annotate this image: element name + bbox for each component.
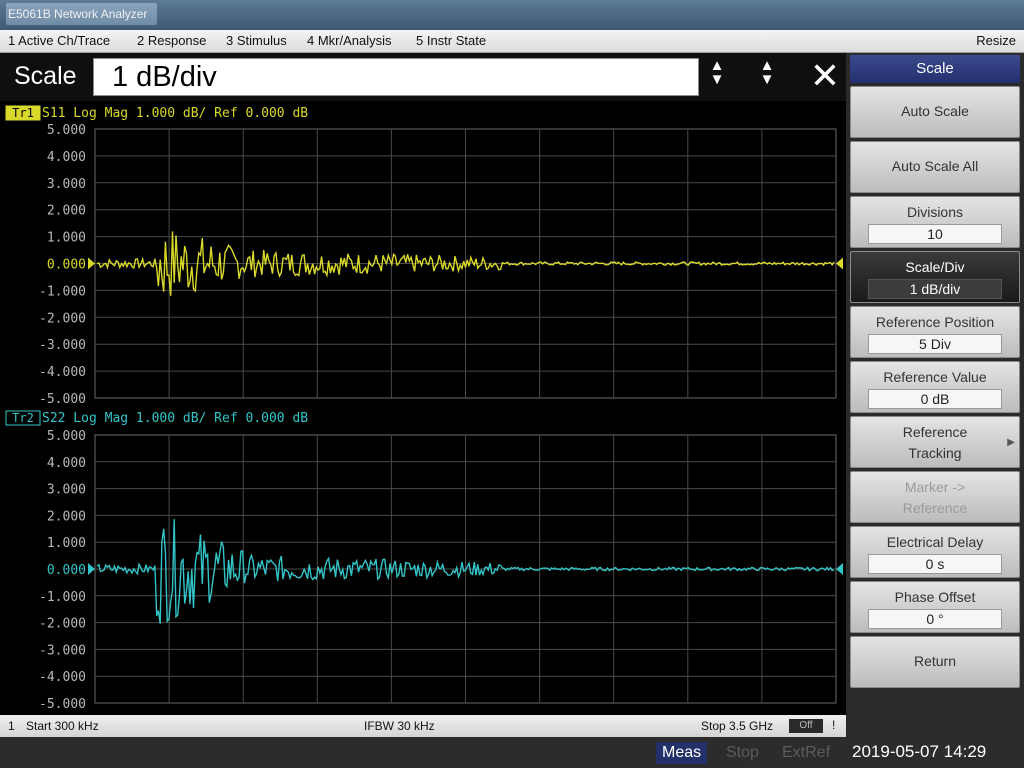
y-tick-label: 2.000: [47, 204, 86, 219]
start-frequency: Start 300 kHz: [26, 719, 99, 733]
softkey-panel: Scale Auto Scale Auto Scale All Division…: [846, 53, 1024, 737]
spin-down-icon: ▼: [709, 71, 725, 88]
return-button[interactable]: Return: [850, 636, 1020, 688]
marker-to-reference-label-1: Marker ->: [904, 479, 966, 495]
y-tick-label: 3.000: [47, 483, 86, 498]
y-tick-label: -5.000: [39, 697, 86, 712]
softkey-header: Scale: [850, 55, 1020, 83]
divisions-label: Divisions: [906, 204, 963, 220]
y-tick-label: -5.000: [39, 392, 86, 407]
resize-button[interactable]: Resize: [976, 33, 1016, 48]
channel-number: 1: [8, 719, 15, 733]
scale-div-label: Scale/Div: [905, 259, 965, 275]
return-label: Return: [913, 653, 957, 669]
y-tick-label: -4.000: [39, 670, 86, 685]
instrument-status-bar: Meas Stop ExtRef 2019-05-07 14:29: [0, 737, 1024, 768]
menu-stimulus[interactable]: 3 Stimulus: [226, 33, 287, 48]
y-tick-label: 4.000: [47, 150, 86, 165]
electrical-delay-value: 0 s: [868, 554, 1002, 574]
auto-scale-button[interactable]: Auto Scale: [850, 86, 1020, 138]
status-end-mark: !: [832, 718, 836, 732]
y-tick-label: -1.000: [39, 284, 86, 299]
reference-position-value: 5 Div: [868, 334, 1002, 354]
app-title: E5061B Network Analyzer: [6, 3, 158, 25]
ifbw-value: IFBW 30 kHz: [364, 719, 435, 733]
trace-2-marker: Tr2: [12, 411, 34, 425]
reference-value-button[interactable]: Reference Value 0 dB: [850, 361, 1020, 413]
menu-response[interactable]: 2 Response: [137, 33, 206, 48]
y-tick-label: 0.000: [47, 563, 86, 578]
title-bar: E5061B Network Analyzer: [0, 0, 1024, 30]
menu-instr-state[interactable]: 5 Instr State: [416, 33, 486, 48]
y-tick-label: 2.000: [47, 509, 86, 524]
menu-active-ch-trace[interactable]: 1 Active Ch/Trace: [8, 33, 110, 48]
scale-div-button[interactable]: Scale/Div 1 dB/div: [850, 251, 1020, 303]
y-tick-label: -3.000: [39, 338, 86, 353]
reference-position-button[interactable]: Reference Position 5 Div: [850, 306, 1020, 358]
reference-right-arrow-icon: [836, 257, 843, 270]
auto-scale-all-button[interactable]: Auto Scale All: [850, 141, 1020, 193]
stop-indicator: Stop: [726, 744, 759, 761]
scale-div-value: 1 dB/div: [868, 279, 1002, 299]
phase-offset-value: 0 °: [868, 609, 1002, 629]
divisions-button[interactable]: Divisions 10: [850, 196, 1020, 248]
trace-2-header: S22 Log Mag 1.000 dB/ Ref 0.000 dB: [42, 411, 308, 426]
y-tick-label: 5.000: [47, 429, 86, 444]
reference-tracking-button[interactable]: Reference Tracking ▶: [850, 416, 1020, 468]
reference-left-arrow-icon: [88, 563, 95, 575]
y-tick-label: -4.000: [39, 365, 86, 380]
y-tick-label: -3.000: [39, 643, 86, 658]
entry-value-text: 1 dB/div: [112, 61, 217, 93]
reference-value-value: 0 dB: [868, 389, 1002, 409]
reference-right-arrow-icon: [836, 563, 843, 575]
y-tick-label: 0.000: [47, 258, 86, 273]
reference-position-label: Reference Position: [875, 314, 995, 330]
y-tick-label: 3.000: [47, 177, 86, 192]
phase-offset-button[interactable]: Phase Offset 0 °: [850, 581, 1020, 633]
phase-offset-label: Phase Offset: [894, 589, 976, 605]
channel-status-bar: 1 Start 300 kHz IFBW 30 kHz Stop 3.5 GHz…: [0, 715, 846, 737]
stop-frequency: Stop 3.5 GHz: [701, 719, 774, 733]
close-icon[interactable]: ✕: [806, 57, 844, 95]
y-tick-label: 1.000: [47, 231, 86, 246]
marker-to-reference-button[interactable]: Marker -> Reference: [850, 471, 1020, 523]
meas-indicator: Meas: [656, 742, 708, 764]
plot-area: Tr1 S11 Log Mag 1.000 dB/ Ref 0.000 dB 5.…: [0, 101, 846, 715]
y-tick-label: -2.000: [39, 617, 86, 632]
auto-scale-label: Auto Scale: [901, 103, 969, 119]
submenu-arrow-icon: ▶: [1007, 437, 1015, 448]
auto-scale-all-label: Auto Scale All: [891, 158, 979, 174]
reference-value-label: Reference Value: [883, 369, 987, 385]
entry-bar: Scale 1 dB/div ▲ ▼ ▲ ▼ ✕: [0, 53, 846, 101]
reference-tracking-label-1: Reference: [902, 424, 968, 440]
trace-1-header: S11 Log Mag 1.000 dB/ Ref 0.000 dB: [42, 106, 308, 121]
electrical-delay-label: Electrical Delay: [886, 534, 984, 550]
y-tick-label: -2.000: [39, 311, 86, 326]
menu-mkr-analysis[interactable]: 4 Mkr/Analysis: [307, 33, 392, 48]
reference-left-arrow-icon: [88, 257, 95, 270]
y-tick-label: -1.000: [39, 590, 86, 605]
date-time: 2019-05-07 14:29: [852, 742, 987, 761]
extref-indicator: ExtRef: [782, 744, 831, 761]
trace-1-marker: Tr1: [12, 106, 34, 120]
marker-to-reference-label-2: Reference: [902, 500, 968, 516]
entry-value-field[interactable]: 1 dB/div: [93, 58, 699, 96]
y-tick-label: 4.000: [47, 456, 86, 471]
trace-plots: Tr1 S11 Log Mag 1.000 dB/ Ref 0.000 dB 5.…: [5, 105, 843, 712]
y-tick-label: 5.000: [47, 123, 86, 138]
entry-label: Scale: [14, 62, 77, 90]
step-down-icon: ▼: [759, 71, 775, 88]
reference-tracking-label-2: Tracking: [908, 445, 962, 461]
step-up-down-button[interactable]: ▲ ▼: [751, 58, 783, 93]
divisions-value: 10: [868, 224, 1002, 244]
status-badge: Off: [789, 719, 823, 733]
y-tick-label: 1.000: [47, 536, 86, 551]
electrical-delay-button[interactable]: Electrical Delay 0 s: [850, 526, 1020, 578]
menu-bar: 1 Active Ch/Trace 2 Response 3 Stimulus …: [0, 30, 1024, 53]
spin-up-down-button[interactable]: ▲ ▼: [701, 58, 733, 93]
